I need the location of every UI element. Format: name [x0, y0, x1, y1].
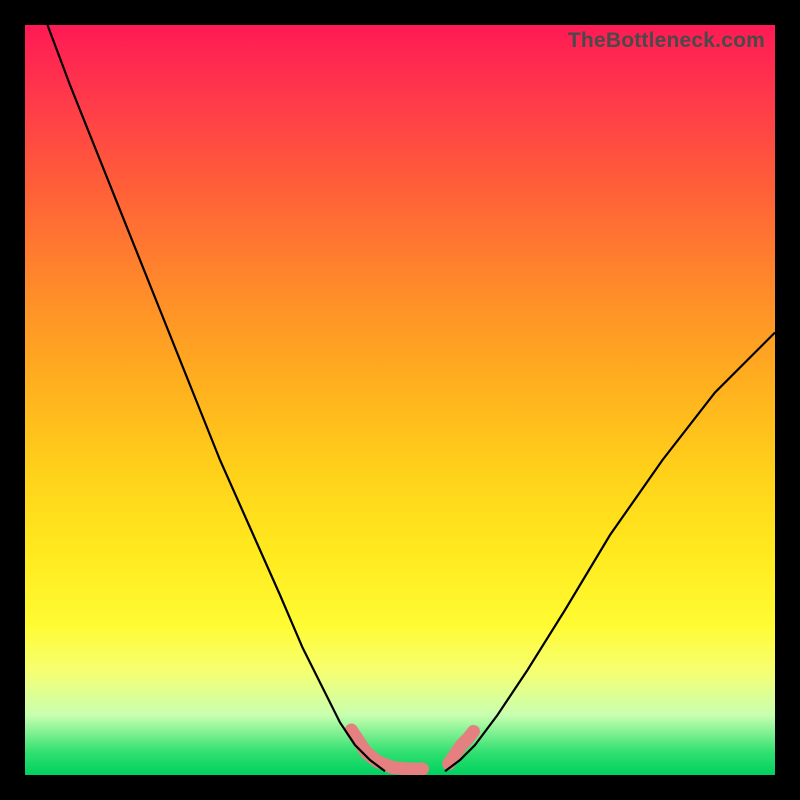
left-curve — [48, 25, 386, 771]
curve-overlay — [25, 25, 775, 775]
right-curve — [445, 333, 775, 772]
trough-marker-left — [351, 730, 422, 769]
chart-frame: TheBottleneck.com — [0, 0, 800, 800]
plot-area: TheBottleneck.com — [25, 25, 775, 775]
